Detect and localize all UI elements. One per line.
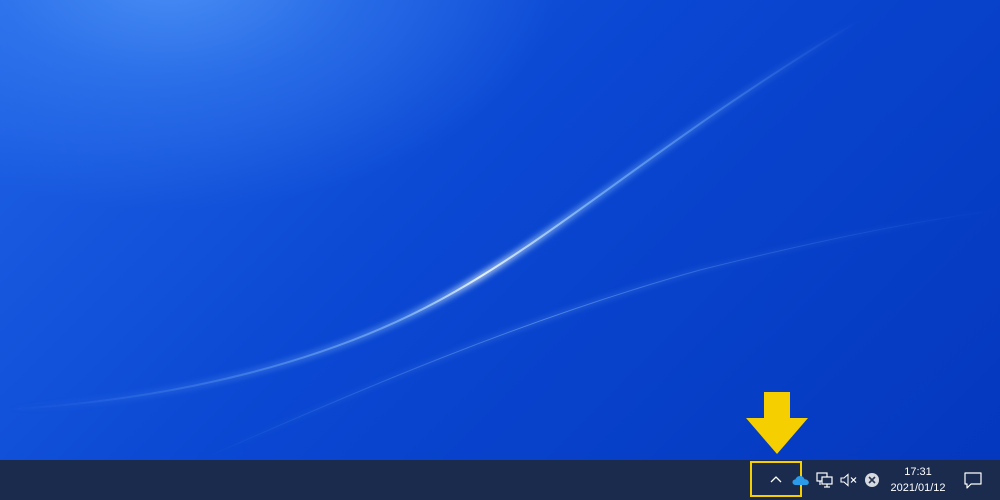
action-center-icon (964, 471, 982, 489)
volume-tray-button[interactable] (838, 460, 860, 500)
close-circle-icon (865, 473, 879, 487)
action-center-button[interactable] (960, 460, 986, 500)
wallpaper-light-streaks (0, 16, 1000, 460)
volume-muted-icon (840, 473, 857, 487)
annotation-arrow-down-icon (746, 392, 808, 454)
desktop: 17:31 2021/01/12 (0, 0, 1000, 500)
clock-date: 2021/01/12 (890, 482, 946, 494)
taskbar: 17:31 2021/01/12 (0, 460, 1000, 500)
network-tray-button[interactable] (814, 460, 836, 500)
chevron-up-icon (770, 476, 782, 483)
status-tray-button[interactable] (862, 460, 882, 500)
onedrive-tray-button[interactable] (791, 460, 811, 500)
network-icon (816, 472, 833, 488)
onedrive-icon (792, 476, 809, 485)
taskbar-clock[interactable]: 17:31 2021/01/12 (880, 460, 956, 500)
clock-time: 17:31 (904, 466, 932, 478)
